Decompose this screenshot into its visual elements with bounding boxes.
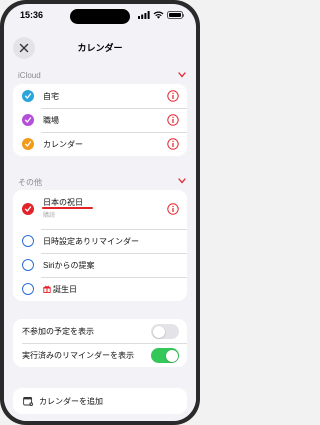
dynamic-island	[70, 9, 130, 24]
calendar-row-calendar[interactable]: カレンダー	[13, 132, 187, 156]
checkmark-icon[interactable]	[22, 90, 34, 102]
unchecked-circle-icon[interactable]	[22, 235, 34, 247]
calendars-sheet: カレンダー iCloud 自宅 職場 カレンダー その他 日本の祝日 購読 日時…	[4, 26, 196, 421]
display-settings: 不参加の予定を表示 実行済みのリマインダーを表示	[13, 319, 187, 367]
info-icon[interactable]	[167, 90, 179, 102]
status-icons	[137, 11, 184, 19]
calendar-label: 誕生日	[53, 284, 77, 294]
calendar-label: 自宅	[43, 91, 59, 101]
calendar-row-work[interactable]: 職場	[13, 108, 187, 132]
status-time: 15:36	[20, 10, 44, 20]
battery-icon	[166, 11, 184, 19]
section-header-icloud: iCloud	[18, 71, 41, 80]
info-icon[interactable]	[167, 203, 179, 215]
setting-row-completed: 実行済みのリマインダーを表示	[13, 343, 187, 367]
add-calendar-button[interactable]: カレンダーを追加	[13, 388, 187, 414]
add-calendar-label: カレンダーを追加	[39, 397, 103, 406]
icloud-calendar-list: 自宅 職場 カレンダー	[13, 84, 187, 156]
setting-label: 不参加の予定を表示	[22, 326, 94, 336]
unchecked-circle-icon[interactable]	[22, 283, 34, 295]
calendar-label: カレンダー	[43, 139, 83, 149]
phone-frame: 15:36 カレンダー iCloud 自宅 職場 カレンダー その他 日本の祝日…	[0, 0, 200, 425]
calendar-row-siri[interactable]: Siriからの提案	[13, 253, 187, 277]
subscription-label: 購読	[43, 213, 56, 219]
calendar-row-holidays[interactable]: 日本の祝日 購読	[13, 190, 187, 229]
status-bar: 15:36	[4, 4, 196, 26]
checkmark-icon[interactable]	[22, 114, 34, 126]
calendar-label: 職場	[43, 115, 59, 125]
section-header-other: その他	[18, 178, 42, 187]
calendar-row-birthdays[interactable]: 誕生日	[13, 277, 187, 301]
chevron-down-icon[interactable]	[178, 178, 186, 184]
show-completed-reminders-toggle[interactable]	[151, 348, 179, 363]
show-declined-toggle[interactable]	[151, 324, 179, 339]
info-icon[interactable]	[167, 138, 179, 150]
checkmark-icon[interactable]	[22, 138, 34, 150]
screen: 15:36 カレンダー iCloud 自宅 職場 カレンダー その他 日本の祝日…	[4, 4, 196, 421]
chevron-down-icon[interactable]	[178, 72, 186, 78]
setting-row-declined: 不参加の予定を表示	[13, 319, 187, 343]
calendar-add-icon	[23, 396, 33, 406]
calendar-label: 日時設定ありリマインダー	[43, 236, 139, 246]
page-title: カレンダー	[77, 43, 123, 53]
other-calendar-list: 日本の祝日 購読 日時設定ありリマインダー Siriからの提案 誕生日	[13, 190, 187, 301]
setting-label: 実行済みのリマインダーを表示	[22, 350, 134, 360]
nav-bar: カレンダー	[4, 26, 196, 66]
calendar-row-home[interactable]: 自宅	[13, 84, 187, 108]
wifi-icon	[153, 11, 163, 19]
highlight-underline	[42, 207, 93, 209]
checkmark-icon[interactable]	[22, 203, 34, 215]
calendar-row-reminders[interactable]: 日時設定ありリマインダー	[13, 229, 187, 253]
gift-icon	[43, 285, 51, 293]
info-icon[interactable]	[167, 114, 179, 126]
calendar-label: Siriからの提案	[43, 260, 95, 270]
unchecked-circle-icon[interactable]	[22, 259, 34, 271]
signal-bars-icon	[137, 11, 150, 19]
